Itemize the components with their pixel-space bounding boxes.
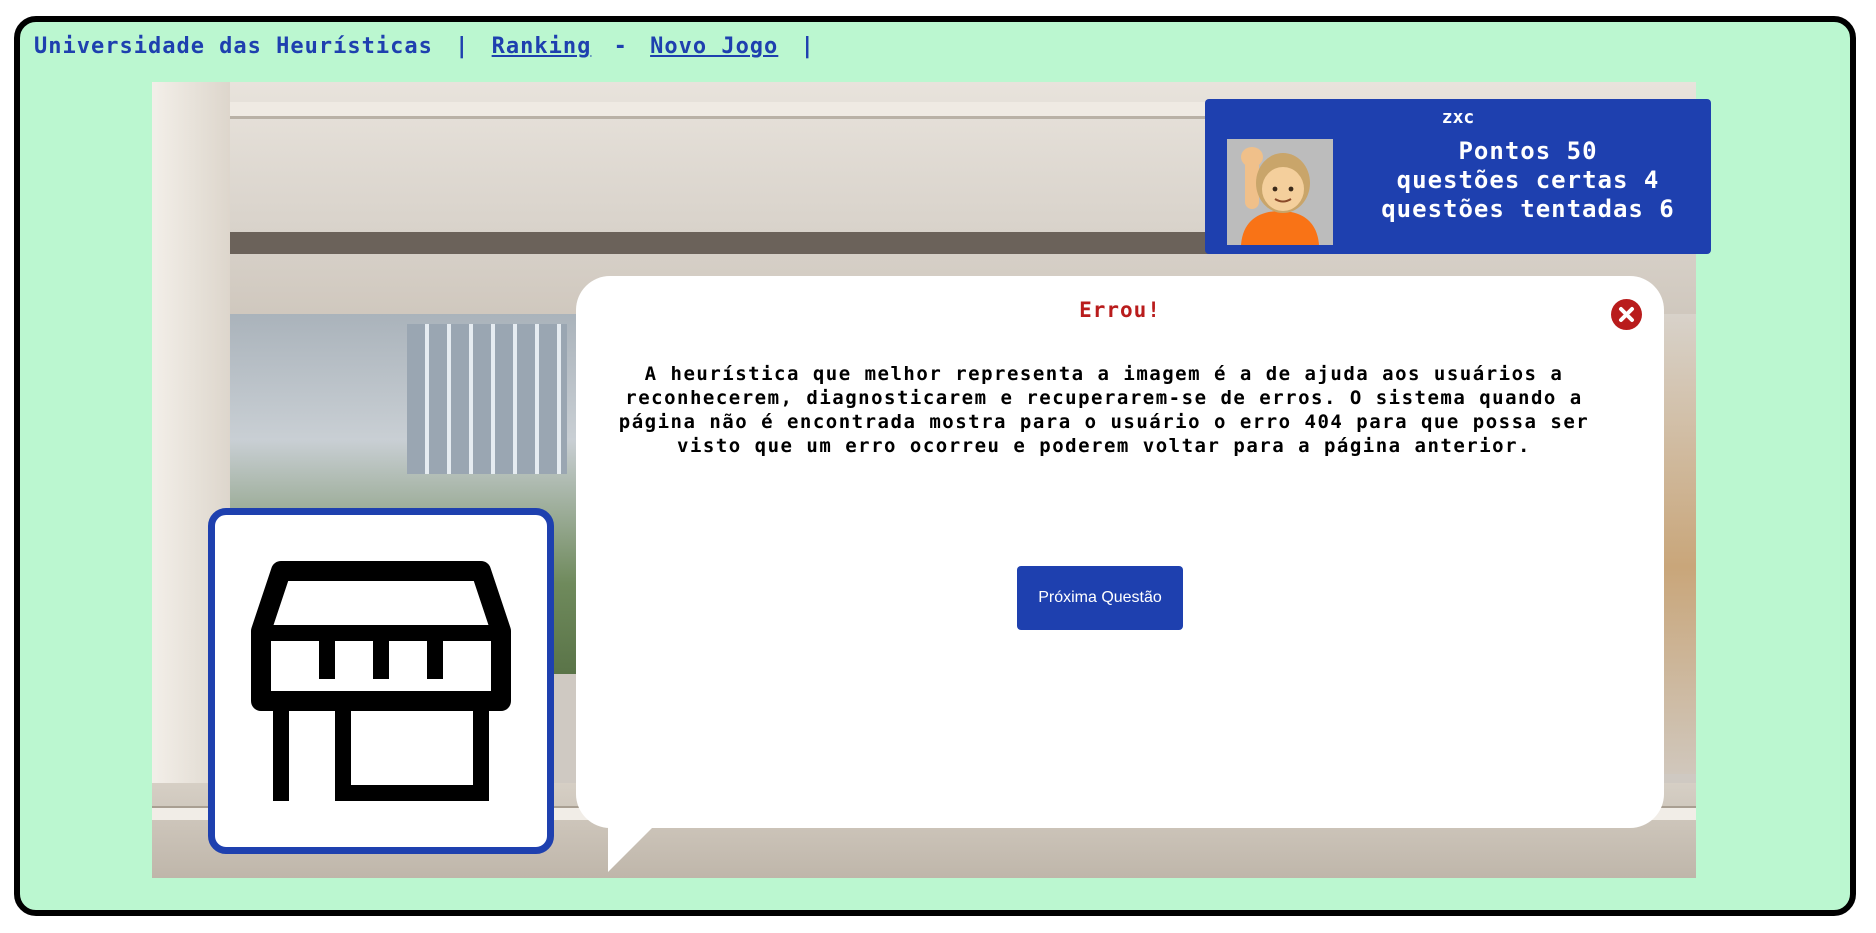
next-question-button[interactable]: Próxima Questão: [1017, 566, 1183, 630]
heuristic-image-card: [208, 508, 554, 854]
nav-trailing-separator: |: [800, 34, 815, 59]
player-avatar: [1227, 139, 1333, 245]
close-icon[interactable]: [1611, 299, 1642, 330]
new-game-link[interactable]: Novo Jogo: [650, 34, 778, 59]
player-correct-count: questões certas 4: [1396, 166, 1660, 194]
modal-message: A heurística que melhor representa a ima…: [618, 363, 1590, 457]
nav-separator: |: [455, 34, 470, 59]
storefront-icon: [251, 561, 511, 801]
nav-dash: -: [613, 34, 628, 59]
site-title: Universidade das Heurísticas: [34, 34, 433, 59]
player-stats-panel: zxc Pontos 50 questões certas 4 questões…: [1205, 99, 1711, 254]
person-raising-hand-emoji-icon: [1241, 147, 1319, 245]
ranking-link[interactable]: Ranking: [492, 34, 592, 59]
modal-title: Errou!: [1079, 298, 1161, 322]
player-username: zxc: [1441, 107, 1475, 128]
player-attempted-count: questões tentadas 6: [1381, 195, 1675, 223]
top-navigation: Universidade das Heurísticas | Ranking -…: [34, 34, 823, 59]
player-points: Pontos 50: [1458, 137, 1598, 165]
feedback-modal: Errou! A heurística que melhor represent…: [576, 276, 1664, 828]
speech-bubble-tail: [608, 826, 654, 872]
player-stats-lines: Pontos 50 questões certas 4 questões ten…: [1353, 137, 1703, 224]
